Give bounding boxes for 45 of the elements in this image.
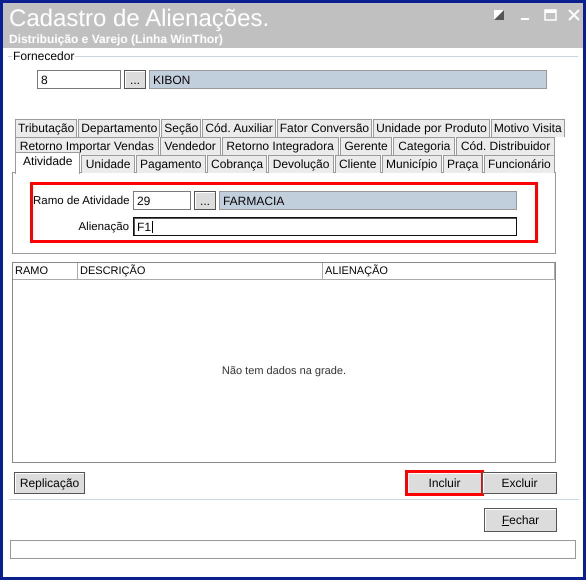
tab[interactable]: Retorno Integradora	[222, 137, 339, 155]
field-label: Alienação	[77, 220, 129, 232]
activity-name-field: FARMACIA	[219, 191, 517, 210]
window-subtitle: Distribuição e Varejo (Linha WinThor)	[9, 32, 223, 46]
tab[interactable]: Tributação	[15, 119, 78, 137]
input-field[interactable]: F1	[133, 217, 517, 236]
tab[interactable]: Vendedor	[160, 137, 221, 155]
tab[interactable]: Cód. Auxiliar	[202, 119, 276, 137]
restore-icon[interactable]	[493, 9, 506, 21]
supplier-name-field: KIBON	[149, 70, 547, 89]
field-label: Ramo de Atividade	[33, 194, 129, 206]
close-icon[interactable]	[568, 9, 581, 21]
tab[interactable]: Pagamento	[136, 155, 206, 173]
lookup-button[interactable]: ...	[194, 191, 216, 210]
tab[interactable]: Devolução	[268, 155, 334, 173]
action-button[interactable]: Replicação	[14, 472, 85, 494]
tab[interactable]: Cód. Distribuidor	[456, 137, 556, 155]
tab[interactable]: Atividade	[15, 152, 80, 174]
tab[interactable]: Seção	[161, 119, 202, 137]
tab[interactable]: Praça	[442, 155, 483, 173]
close-button[interactable]: Fechar	[484, 508, 557, 532]
tab[interactable]: Unidade por Produto	[373, 119, 490, 137]
window-title: Cadastro de Alienações.	[9, 6, 270, 32]
tab[interactable]: Funcionário	[484, 155, 555, 173]
column-header[interactable]: DESCRIÇÃO	[78, 263, 323, 279]
group-label: Fornecedor	[12, 49, 76, 63]
tab[interactable]: Motivo Visita	[490, 119, 565, 137]
maximize-icon[interactable]	[544, 9, 557, 21]
tab[interactable]: Fator Conversão	[276, 119, 372, 137]
action-button[interactable]: Excluir	[482, 472, 557, 494]
empty-message: Não tem dados na grade.	[222, 365, 346, 377]
tab[interactable]: Unidade	[81, 155, 135, 173]
column-header[interactable]: RAMO	[13, 263, 78, 279]
supplier-code-field[interactable]: 8	[37, 70, 121, 89]
tab[interactable]: Cliente	[334, 155, 381, 173]
action-button[interactable]: Incluir	[407, 472, 482, 494]
column-header[interactable]: ALIENAÇÃO	[323, 263, 555, 279]
tab[interactable]: Cobrança	[206, 155, 268, 173]
tab[interactable]: Gerente	[340, 137, 392, 155]
tab[interactable]: Categoria	[393, 137, 456, 155]
lookup-button[interactable]: ...	[124, 70, 146, 89]
tab[interactable]: Retorno Importar Vendas	[15, 137, 159, 155]
tab[interactable]: Município	[382, 155, 442, 173]
input-field[interactable]: 29	[133, 191, 191, 210]
tab[interactable]: Departamento	[78, 119, 160, 137]
